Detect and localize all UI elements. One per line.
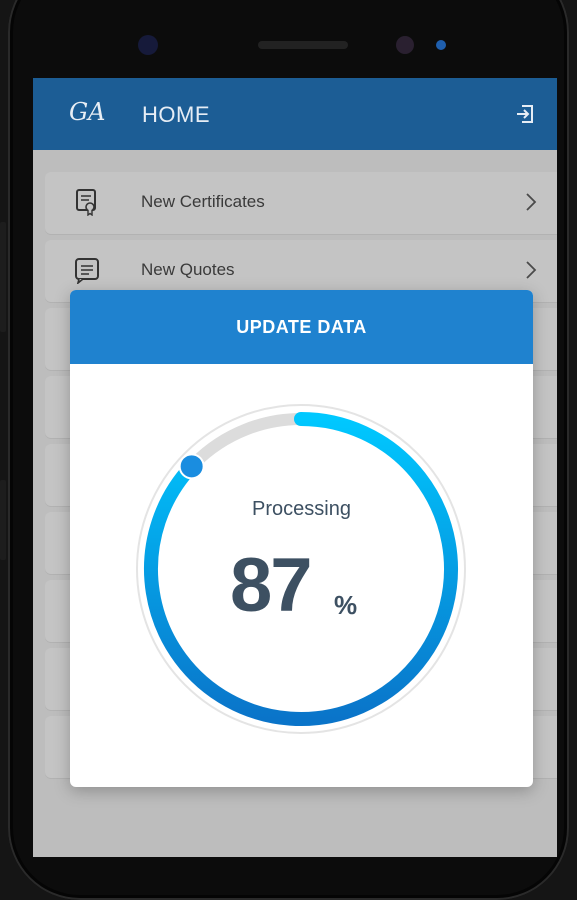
processing-label: Processing — [252, 498, 351, 520]
update-data-dialog: UPDATE DATA Processing 87 % — [70, 290, 533, 787]
side-button — [0, 480, 6, 560]
proximity-sensor-icon — [436, 40, 446, 50]
iris-scanner-icon — [396, 36, 414, 54]
quote-icon — [75, 258, 99, 284]
menu-item-new-certificates[interactable]: New Certificates — [45, 172, 557, 234]
dialog-title: UPDATE DATA — [70, 290, 533, 364]
progress-knob — [178, 453, 205, 480]
chevron-right-icon — [526, 193, 537, 211]
progress-percent-unit: % — [334, 590, 358, 620]
certificate-icon — [76, 189, 96, 216]
menu-item-label: New Certificates — [141, 192, 265, 211]
chevron-right-icon — [526, 261, 537, 279]
front-camera-icon — [138, 35, 158, 55]
app-bar: GA HOME — [33, 78, 557, 150]
speaker-grille — [258, 41, 348, 49]
sensor-array — [138, 35, 446, 55]
logout-icon[interactable] — [515, 104, 535, 124]
menu-item-label: New Quotes — [141, 260, 235, 279]
page-title: HOME — [142, 102, 210, 127]
progress-percent-value: 87 — [230, 543, 313, 628]
phone-screen: GA HOME New Certificates New Quotes UPDA… — [33, 78, 557, 857]
app-logo[interactable]: GA — [69, 98, 106, 126]
volume-button — [0, 222, 6, 332]
